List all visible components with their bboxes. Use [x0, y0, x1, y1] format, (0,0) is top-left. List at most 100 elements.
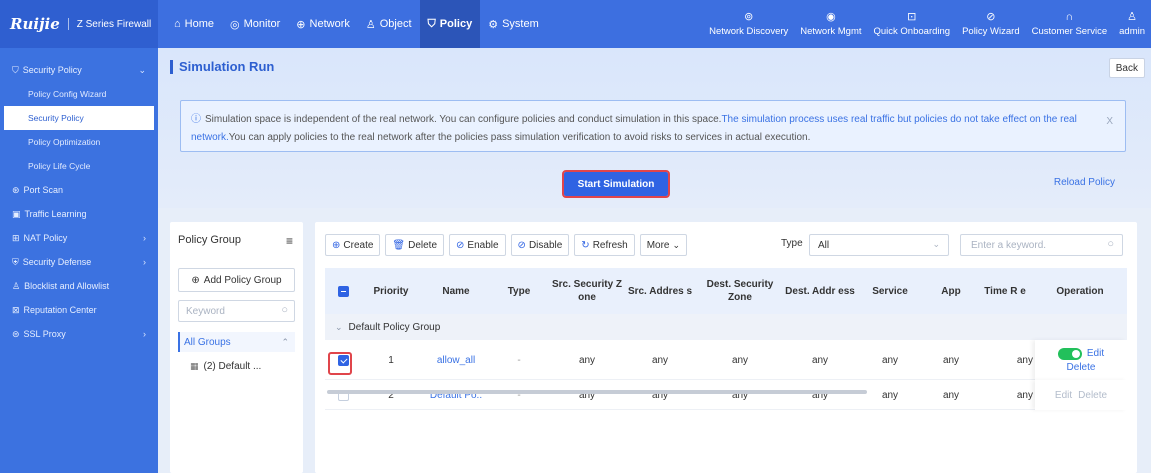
traffic-learning-icon: ▣: [12, 208, 21, 219]
port-scan-icon: ⊛: [12, 184, 20, 195]
search-icon: ○: [281, 304, 288, 316]
cell-dst-zone: any: [731, 389, 749, 401]
nav-network[interactable]: ⊕ Network: [288, 0, 358, 48]
reputation-icon: ⊠: [12, 304, 20, 315]
sidebar-sub-policy-life-cycle[interactable]: Policy Life Cycle: [0, 154, 158, 178]
tree-item-all-groups[interactable]: All Groups ⌃: [178, 332, 295, 352]
back-button[interactable]: Back: [1108, 58, 1145, 78]
enable-toggle[interactable]: [1057, 347, 1082, 360]
policy-wizard-label: Policy Wizard: [962, 25, 1020, 37]
group-row-default[interactable]: ⌄ Default Policy Group: [325, 314, 1127, 340]
sidebar-sub-security-policy[interactable]: Security Policy: [4, 106, 154, 130]
keyword-search-input[interactable]: Enter a keyword. ○: [960, 234, 1123, 256]
sidebar-item-reputation-center[interactable]: ⊠ Reputation Center: [0, 298, 158, 322]
ssl-proxy-icon: ⊜: [12, 328, 20, 339]
start-simulation-button[interactable]: Start Simulation: [562, 170, 670, 198]
object-icon: ♙: [365, 18, 376, 31]
col-time-range[interactable]: Time R e: [977, 268, 1033, 314]
sidebar-item-ssl-proxy[interactable]: ⊜ SSL Proxy ›: [0, 322, 158, 346]
quick-onboarding-label: Quick Onboarding: [873, 25, 951, 37]
policy-icon: ⛉: [427, 17, 436, 30]
cell-priority: 1: [388, 354, 394, 366]
customer-service-button[interactable]: ∩ Customer Service: [1026, 0, 1114, 48]
keyword-placeholder: Enter a keyword.: [971, 239, 1047, 251]
sidebar-item-nat-policy[interactable]: ⊞ NAT Policy ›: [0, 226, 158, 250]
sidebar-sub-policy-optimization[interactable]: Policy Optimization: [0, 130, 158, 154]
refresh-button[interactable]: ↻ Refresh: [574, 234, 635, 256]
more-dropdown[interactable]: More ⌄: [639, 234, 688, 256]
table-row[interactable]: 2 Default Po.. - any any any any any any…: [325, 380, 1127, 410]
table-header: Priority Name Type Src. Security Z one S…: [325, 268, 1127, 314]
col-app[interactable]: App: [925, 268, 977, 314]
add-policy-group-button[interactable]: ⊕ Add Policy Group: [178, 268, 295, 292]
chevron-down-icon: ⌄: [335, 321, 343, 332]
page-title: Simulation Run: [179, 59, 275, 74]
chevron-down-icon: ⌄: [672, 239, 681, 250]
sidebar-item-security-defense[interactable]: ⛨ Security Defense ›: [0, 250, 158, 274]
policy-group-search-input[interactable]: Keyword ○: [178, 300, 295, 322]
enable-button[interactable]: ⊘ Enable: [449, 234, 506, 256]
group-grid-icon: ▦: [190, 360, 199, 371]
reload-policy-link[interactable]: Reload Policy: [1054, 177, 1115, 188]
cell-name-link[interactable]: allow_all: [421, 340, 491, 380]
admin-button[interactable]: ♙ admin: [1113, 0, 1151, 48]
cell-dst-addr: any: [811, 389, 829, 401]
enable-label: Enable: [467, 239, 499, 251]
sidebar-sub-policy-config-wizard[interactable]: Policy Config Wizard: [0, 82, 158, 106]
notice-close-button[interactable]: X: [1106, 113, 1113, 131]
cell-time-range: any: [1016, 354, 1033, 366]
col-dst-zone[interactable]: Dest. Security Zone: [697, 268, 783, 314]
col-service[interactable]: Service: [855, 268, 925, 314]
headset-icon: ∩: [1065, 10, 1074, 23]
create-button[interactable]: ⊕ Create: [325, 234, 381, 256]
disable-button[interactable]: ⊘ Disable: [510, 234, 570, 256]
type-select[interactable]: All ⌄: [809, 234, 949, 256]
cell-time-range: any: [1016, 389, 1033, 401]
delete-button[interactable]: 🗑 Delete: [385, 234, 445, 256]
horizontal-scrollbar[interactable]: [327, 390, 867, 394]
chevron-down-icon: ⌄: [932, 239, 940, 249]
group-row-label: Default Policy Group: [348, 321, 441, 333]
sidebar-item-traffic-learning[interactable]: ▣ Traffic Learning: [0, 202, 158, 226]
table-row[interactable]: 1 allow_all - any any any any any any an…: [325, 340, 1127, 380]
col-priority[interactable]: Priority: [361, 268, 421, 314]
right-nav: ⊚ Network Discovery ◉ Network Mgmt ⊡ Quick …: [703, 0, 1151, 48]
nav-system[interactable]: ⚙ System: [480, 0, 547, 48]
disable-icon: ⊘: [517, 239, 526, 251]
network-discovery-button[interactable]: ⊚ Network Discovery: [703, 0, 794, 48]
nav-system-label: System: [502, 18, 539, 30]
edit-link-disabled: Edit: [1054, 389, 1073, 401]
edit-link[interactable]: Edit: [1087, 348, 1104, 359]
quick-onboarding-button[interactable]: ⊡ Quick Onboarding: [868, 0, 957, 48]
network-mgmt-icon: ◉: [826, 10, 836, 23]
sidebar-item-blocklist-allowlist[interactable]: ♙ Blocklist and Allowlist: [0, 274, 158, 298]
cell-app: any: [942, 354, 960, 366]
sidebar-item-label: Reputation Center: [23, 305, 97, 315]
nav-monitor[interactable]: ◎ Monitor: [222, 0, 288, 48]
cell-service: any: [881, 389, 899, 401]
add-policy-group-label: Add Policy Group: [203, 274, 282, 286]
sidebar-item-port-scan[interactable]: ⊛ Port Scan: [0, 178, 158, 202]
cell-priority: 2: [388, 389, 394, 401]
check-circle-icon: ⊘: [456, 239, 465, 251]
nav-home-label: Home: [184, 18, 214, 30]
shield-icon: ⛉: [12, 64, 19, 75]
sidebar-item-security-policy[interactable]: ⛉ Security Policy ⌄: [0, 58, 158, 82]
col-src-zone[interactable]: Src. Security Z one: [549, 268, 625, 314]
nav-home[interactable]: ⌂ Home: [166, 0, 222, 48]
nav-object[interactable]: ♙ Object: [358, 0, 420, 48]
nav-network-label: Network: [309, 18, 350, 30]
col-src-addr[interactable]: Src. Addres s: [625, 268, 695, 314]
nav-policy[interactable]: ⛉ Policy: [419, 0, 481, 48]
col-type[interactable]: Type: [491, 268, 547, 314]
delete-link[interactable]: Delete: [1067, 362, 1096, 373]
network-mgmt-button[interactable]: ◉ Network Mgmt: [794, 0, 867, 48]
col-dst-addr[interactable]: Dest. Addr ess: [785, 268, 855, 314]
policy-wizard-button[interactable]: ⊘ Policy Wizard: [956, 0, 1026, 48]
tree-item-default[interactable]: ▦ (2) Default ...: [178, 356, 295, 376]
col-name[interactable]: Name: [421, 268, 491, 314]
select-all-checkbox[interactable]: [337, 285, 349, 297]
admin-label: admin: [1119, 25, 1145, 37]
cell-name-link[interactable]: Default Po..: [421, 380, 491, 410]
menu-icon[interactable]: ≡: [286, 234, 293, 248]
